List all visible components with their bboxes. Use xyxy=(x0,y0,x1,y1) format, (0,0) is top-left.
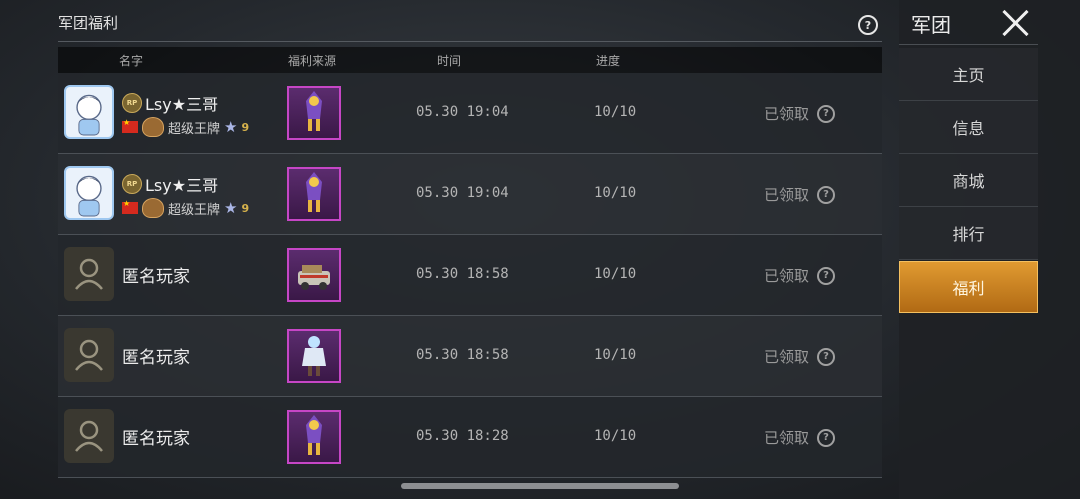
avatar[interactable] xyxy=(64,85,114,139)
star-count: 9 xyxy=(241,201,250,215)
time: 05.30 18:28 xyxy=(416,428,509,444)
rank-emblem-icon xyxy=(142,198,164,218)
anonymous-avatar-icon xyxy=(64,409,114,463)
panel-title: 军团福利 xyxy=(58,14,119,32)
status-text: 已领取 xyxy=(764,186,810,204)
china-flag-icon xyxy=(122,199,138,214)
table-row: RP Lsy★三哥 超级王牌 ★ 9 05.30 19:04 10/10 已领取… xyxy=(58,154,882,235)
close-icon[interactable] xyxy=(1000,8,1030,38)
sidebar-title: 军团 xyxy=(911,13,951,37)
player-name: Lsy★三哥 xyxy=(145,176,219,195)
anonymous-avatar-icon xyxy=(64,247,114,301)
help-icon[interactable]: ? xyxy=(858,15,878,35)
progress: 10/10 xyxy=(594,347,637,363)
reward-item-icon[interactable] xyxy=(287,329,341,383)
column-time: 时间 xyxy=(437,54,462,68)
column-progress: 进度 xyxy=(596,54,621,68)
sidebar-item-info[interactable]: 信息 xyxy=(899,101,1038,154)
sidebar-item-welfare[interactable]: 福利 xyxy=(899,261,1038,313)
reward-item-icon[interactable] xyxy=(287,410,341,464)
rank-emblem-icon xyxy=(142,117,164,137)
progress: 10/10 xyxy=(594,185,637,201)
sidebar-item-home[interactable]: 主页 xyxy=(899,48,1038,101)
player-name: Lsy★三哥 xyxy=(145,95,219,114)
rank-title: 超级王牌 xyxy=(168,202,221,218)
time: 05.30 18:58 xyxy=(416,266,509,282)
sidebar-item-ranking[interactable]: 排行 xyxy=(899,207,1038,260)
help-icon[interactable]: ? xyxy=(817,185,836,204)
sidebar: 军团 主页 信息 商城 排行 福利 xyxy=(899,0,1080,499)
progress: 10/10 xyxy=(594,428,637,444)
player-name: 匿名玩家 xyxy=(122,429,190,449)
reward-item-icon[interactable] xyxy=(287,167,341,221)
table-row: 匿名玩家 05.30 18:58 10/10 已领取? xyxy=(58,316,882,397)
status-text: 已领取 xyxy=(764,267,810,285)
table-row: RP Lsy★三哥 超级王牌 ★ 9 05.30 19:04 10/10 已领取… xyxy=(58,73,882,154)
star-count: 9 xyxy=(241,120,250,134)
china-flag-icon xyxy=(122,118,138,133)
reward-vehicle-icon[interactable] xyxy=(287,248,341,302)
status-text: 已领取 xyxy=(764,105,810,123)
divider xyxy=(58,41,882,42)
time: 05.30 19:04 xyxy=(416,104,509,120)
rp-badge-icon: RP xyxy=(122,93,142,113)
horizontal-scrollbar[interactable] xyxy=(401,483,679,489)
help-icon[interactable]: ? xyxy=(817,104,836,123)
rp-badge-icon: RP xyxy=(122,174,142,194)
sidebar-item-shop[interactable]: 商城 xyxy=(899,154,1038,207)
anonymous-avatar-icon xyxy=(64,328,114,382)
player-name: 匿名玩家 xyxy=(122,348,190,368)
rank-title: 超级王牌 xyxy=(168,121,221,137)
help-icon[interactable]: ? xyxy=(817,428,836,447)
avatar[interactable] xyxy=(64,166,114,220)
column-source: 福利来源 xyxy=(288,54,337,68)
star-icon: ★ xyxy=(224,118,238,136)
reward-item-icon[interactable] xyxy=(287,86,341,140)
help-icon[interactable]: ? xyxy=(817,266,836,285)
welfare-list: RP Lsy★三哥 超级王牌 ★ 9 05.30 19:04 10/10 已领取… xyxy=(58,73,882,478)
table-row: 匿名玩家 05.30 18:28 10/10 已领取? xyxy=(58,397,882,478)
status-text: 已领取 xyxy=(764,348,810,366)
time: 05.30 19:04 xyxy=(416,185,509,201)
column-name: 名字 xyxy=(119,54,144,68)
help-icon[interactable]: ? xyxy=(817,347,836,366)
status-text: 已领取 xyxy=(764,429,810,447)
progress: 10/10 xyxy=(594,266,637,282)
time: 05.30 18:58 xyxy=(416,347,509,363)
star-icon: ★ xyxy=(224,199,238,217)
player-name: 匿名玩家 xyxy=(122,267,190,287)
progress: 10/10 xyxy=(594,104,637,120)
divider xyxy=(899,44,1038,45)
table-row: 匿名玩家 05.30 18:58 10/10 已领取? xyxy=(58,235,882,316)
table-header: 名字 福利来源 时间 进度 xyxy=(58,47,882,73)
